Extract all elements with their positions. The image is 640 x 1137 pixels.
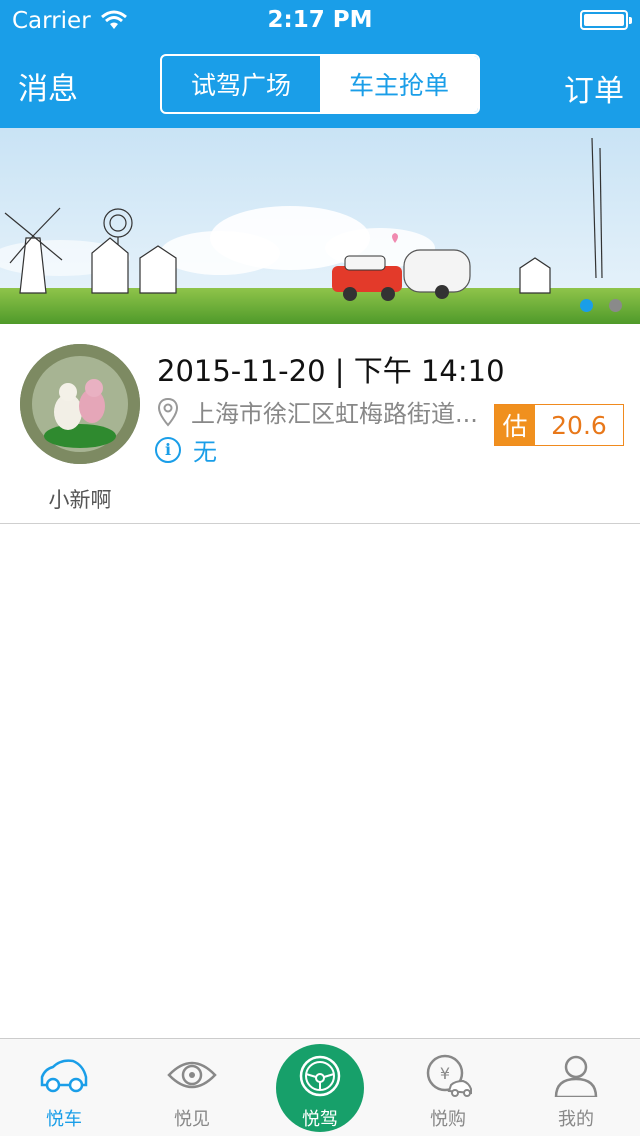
address-text: 上海市徐汇区虹梅路街道... (191, 400, 478, 428)
tab-yueche[interactable]: 悦车 (0, 1039, 128, 1137)
tab-yuegou[interactable]: ¥ 悦购 (384, 1039, 512, 1137)
banner-carousel[interactable] (0, 128, 640, 324)
eye-icon (167, 1061, 217, 1089)
order-datetime: 2015-11-20 | 下午 14:10 (157, 354, 505, 388)
address-row: 上海市徐汇区虹梅路街道... (157, 394, 478, 429)
tab-label: 悦购 (430, 1109, 466, 1130)
order-list-item[interactable]: 小新啊 2015-11-20 | 下午 14:10 上海市徐汇区虹梅路街道...… (0, 324, 640, 524)
info-icon: i (155, 436, 181, 463)
estimate-badge: 估 20.6 (494, 404, 624, 446)
orders-button[interactable]: 订单 (564, 66, 624, 110)
carousel-page-indicator (580, 299, 622, 312)
tab-label: 悦见 (174, 1109, 210, 1130)
segment-owner-grab-order[interactable]: 车主抢单 (320, 56, 478, 112)
clock: 2:17 PM (267, 7, 373, 33)
yen-car-icon: ¥ (426, 1054, 472, 1097)
user-icon (554, 1055, 598, 1097)
estimate-label: 估 (495, 405, 535, 445)
estimate-value: 20.6 (551, 410, 607, 440)
tab-yuejian[interactable]: 悦见 (128, 1039, 256, 1137)
tab-label: 悦车 (46, 1109, 82, 1130)
username: 小新啊 (48, 488, 112, 512)
svg-text:¥: ¥ (440, 1064, 450, 1083)
car-icon (40, 1059, 88, 1093)
tab-mine[interactable]: 我的 (512, 1039, 640, 1137)
note-text: 无 (193, 438, 217, 466)
page-dot-active (580, 299, 593, 312)
battery-icon (580, 10, 632, 30)
note-row: i 无 (155, 432, 217, 467)
header: Carrier 2:17 PM 消息 试驾广场 车主抢单 订单 (0, 0, 640, 128)
banner-illustration (0, 128, 640, 324)
status-bar: Carrier 2:17 PM (0, 0, 640, 40)
page-dot (609, 299, 622, 312)
steering-wheel-icon (299, 1055, 341, 1097)
tab-label: 我的 (558, 1109, 594, 1130)
tab-yuejia[interactable]: 悦驾 (276, 1044, 364, 1132)
location-pin-icon (157, 397, 179, 426)
tab-label: 悦驾 (302, 1109, 338, 1130)
segmented-control: 试驾广场 车主抢单 (160, 54, 480, 114)
messages-button[interactable]: 消息 (18, 64, 78, 108)
avatar[interactable] (20, 344, 140, 464)
segment-test-drive-plaza[interactable]: 试驾广场 (162, 56, 320, 112)
